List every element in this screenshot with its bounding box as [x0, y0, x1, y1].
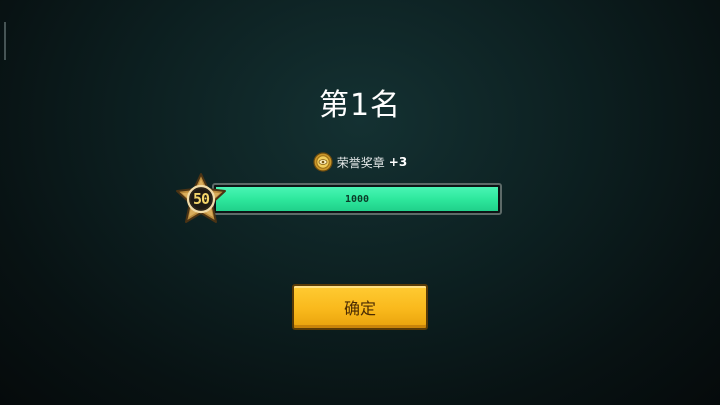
experience-bar: 1000	[212, 183, 502, 215]
edge-indicator	[4, 22, 6, 60]
reward-label: 荣誉奖章	[336, 155, 385, 170]
level-star-badge: 50	[172, 172, 230, 228]
reward-row: 荣誉奖章 +3	[0, 151, 720, 173]
level-number: 50	[192, 190, 210, 208]
match-result-screen: 第1名 荣誉奖章 +3 1000 50 确定	[0, 0, 720, 405]
reward-amount: +3	[388, 155, 408, 169]
confirm-button[interactable]: 确定	[292, 284, 428, 330]
rank-title: 第1名	[318, 88, 402, 123]
experience-bar-group: 1000 50	[172, 172, 504, 228]
honor-medal-icon	[313, 152, 333, 172]
experience-value: 1000	[344, 193, 370, 205]
